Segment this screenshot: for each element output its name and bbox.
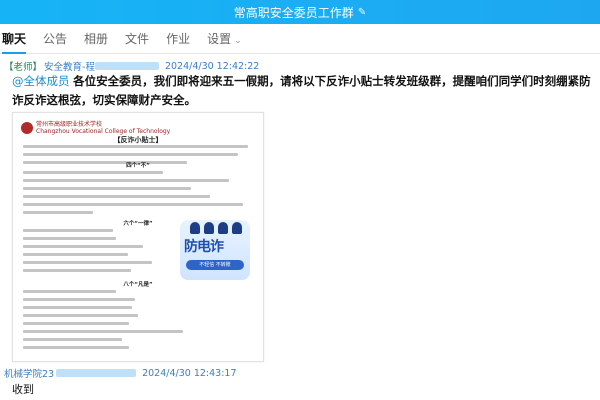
poster-section-body xyxy=(23,290,183,354)
sender-name[interactable]: 安全教育-程 xyxy=(44,59,95,73)
tab-settings[interactable]: 设置 ⌄ xyxy=(207,24,242,54)
tab-announcements[interactable]: 公告 xyxy=(43,24,67,54)
chevron-down-icon: ⌄ xyxy=(234,35,242,46)
poster-section-body xyxy=(23,229,173,277)
anti-fraud-badge: 防电诈 不轻信 不转账 xyxy=(180,220,250,280)
pencil-icon[interactable]: ✎ xyxy=(358,7,366,18)
announcement-body: 各位安全委员，我们即将迎来五一假期，请将以下反诈小贴士转发班级群，提醒咱们同学们… xyxy=(12,74,591,107)
role-badge: 【老师】 xyxy=(4,62,43,73)
tab-bar: 聊天 公告 相册 文件 作业 设置 ⌄ xyxy=(0,24,600,54)
redacted-name xyxy=(94,62,159,70)
poster-section-eight-alls: 八个“凡是” xyxy=(123,282,153,288)
tab-files[interactable]: 文件 xyxy=(125,24,149,54)
school-name: 常州市高级职业技术学校 xyxy=(36,121,103,128)
message-header: 机械学院23 2024/4/30 12:43:17 xyxy=(4,366,237,381)
school-emblem-icon xyxy=(21,122,33,134)
redacted-name xyxy=(56,369,137,377)
tab-chat[interactable]: 聊天 xyxy=(2,24,27,54)
group-title: 常高职安全委员工作群 xyxy=(233,5,354,20)
poster-section-body xyxy=(23,171,257,219)
school-logo: 常州市高级职业技术学校 Changzhou Vocational College… xyxy=(21,121,170,135)
school-name-en: Changzhou Vocational College of Technolo… xyxy=(36,128,171,135)
mention-all[interactable]: @全体成员 xyxy=(12,74,70,88)
tab-album[interactable]: 相册 xyxy=(84,24,108,54)
message-time: 2024/4/30 12:42:22 xyxy=(164,60,260,72)
badge-title: 防电诈 xyxy=(184,239,224,255)
message-time: 2024/4/30 12:43:17 xyxy=(142,367,237,379)
message-header: 【老师】 安全教育-程 2024/4/30 12:42:22 xyxy=(4,59,260,74)
message-text: 收到 xyxy=(12,383,34,396)
officers-illustration xyxy=(190,222,242,236)
poster-section-four-nos: 四个“不” xyxy=(126,163,150,169)
poster-title: 【反诈小贴士】 xyxy=(113,136,163,144)
sender-name[interactable]: 机械学院23 xyxy=(4,366,54,380)
message-text: @全体成员 各位安全委员，我们即将迎来五一假期，请将以下反诈小贴士转发班级群，提… xyxy=(12,72,596,110)
tab-homework[interactable]: 作业 xyxy=(166,24,190,54)
badge-slogan: 不轻信 不转账 xyxy=(186,260,244,270)
title-bar: 常高职安全委员工作群 ✎ xyxy=(0,0,600,24)
